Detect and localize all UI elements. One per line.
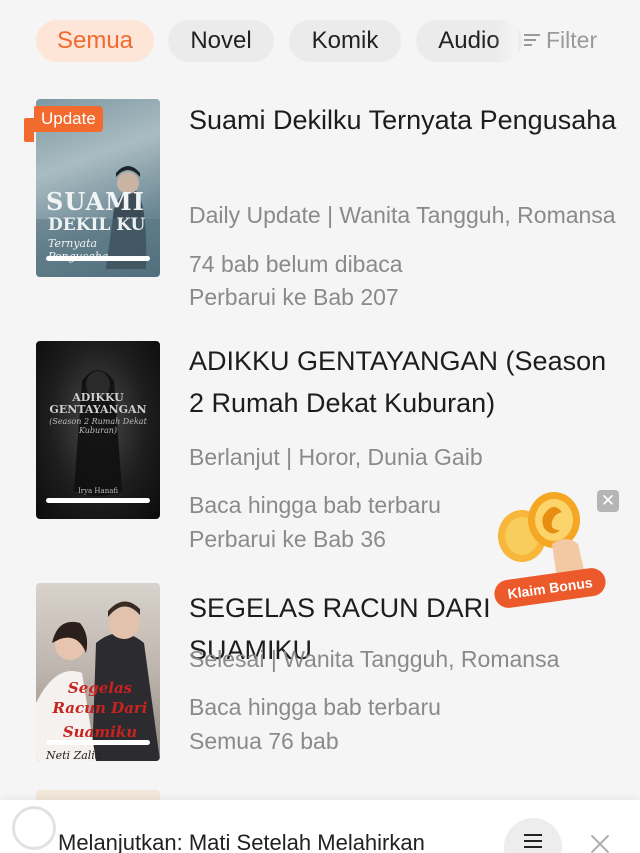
book-chapter: Semua 76 bab bbox=[189, 728, 339, 754]
read-progress-bar bbox=[46, 256, 150, 261]
filter-icon bbox=[524, 33, 540, 47]
cover-title: Segelas bbox=[67, 679, 133, 697]
continue-reading-bar[interactable]: Melanjutkan: Mati Setelah Melahirkan bbox=[0, 800, 640, 853]
cover-author: Irya Hanafi bbox=[77, 487, 119, 495]
cover-author: Neti Zalia bbox=[46, 749, 102, 761]
menu-icon[interactable] bbox=[504, 818, 562, 853]
tab-novel[interactable]: Novel bbox=[168, 20, 274, 62]
close-icon[interactable] bbox=[588, 832, 612, 853]
category-tabs: Semua Novel Komik Audio Filter bbox=[0, 0, 640, 84]
book-progress: Baca hingga bab terbaru bbox=[189, 694, 441, 720]
update-badge: Update bbox=[34, 106, 103, 132]
app-logo-icon bbox=[12, 806, 56, 850]
tab-komik[interactable]: Komik bbox=[289, 20, 401, 62]
cover-title: SUAMI bbox=[46, 187, 145, 216]
read-progress-bar bbox=[46, 498, 150, 503]
cover-subtitle: Racun Dari bbox=[52, 699, 148, 717]
continue-reading-text[interactable]: Melanjutkan: Mati Setelah Melahirkan bbox=[58, 830, 488, 853]
read-progress-bar bbox=[46, 740, 150, 745]
badge-fold bbox=[24, 118, 34, 142]
cover-subtitle: DEKIL KU bbox=[48, 215, 146, 235]
book-cover[interactable]: Segelas Racun Dari Suamiku Neti Zalia bbox=[36, 583, 160, 761]
cover-subtitle: GENTAYANGAN bbox=[49, 403, 147, 416]
filter-label: Filter bbox=[546, 26, 598, 53]
book-progress: 74 bab belum dibaca bbox=[189, 251, 403, 277]
book-tags: Daily Update | Wanita Tangguh, Romansa bbox=[189, 202, 616, 228]
filter-button[interactable]: Filter bbox=[524, 24, 597, 56]
book-chapter: Perbarui ke Bab 207 bbox=[189, 284, 399, 310]
book-tags: Berlanjut | Horor, Dunia Gaib bbox=[189, 444, 483, 470]
book-tags: Selesai | Wanita Tangguh, Romansa bbox=[189, 646, 560, 672]
cover-tagline: Suamiku bbox=[62, 723, 138, 741]
bonus-close-icon[interactable]: ✕ bbox=[597, 490, 619, 512]
book-title[interactable]: ADIKKU GENTAYANGAN (Season 2 Rumah Dekat… bbox=[189, 340, 619, 424]
book-title[interactable]: Suami Dekilku Ternyata Pengusaha bbox=[189, 99, 619, 141]
tab-fade bbox=[494, 14, 518, 68]
book-cover[interactable]: ADIKKU GENTAYANGAN (Season 2 Rumah Dekat… bbox=[36, 341, 160, 519]
tab-semua[interactable]: Semua bbox=[36, 20, 154, 62]
cover-tagline: (Season 2 Rumah Dekat Kuburan) bbox=[49, 417, 147, 435]
